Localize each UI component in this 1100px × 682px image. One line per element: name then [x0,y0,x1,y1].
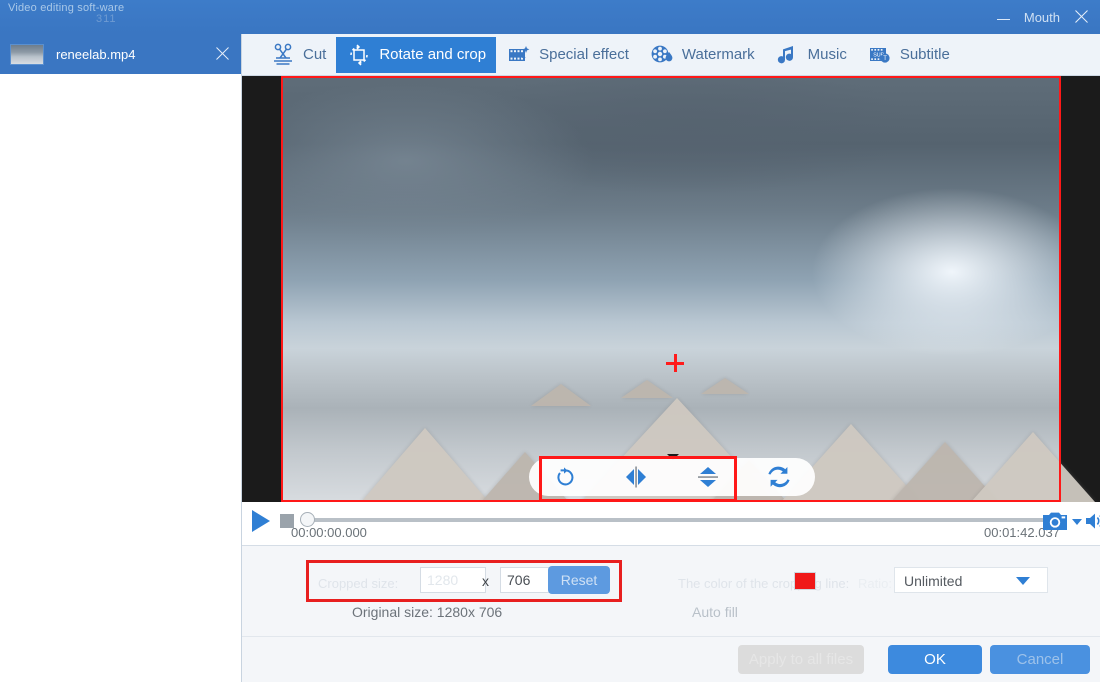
tab-label: Subtitle [900,46,950,63]
window-controls: Mouth [997,0,1090,34]
list-item[interactable]: reneelab.mp4 [0,34,241,74]
dialog-footer: Apply to all files OK Cancel [242,636,1100,682]
tab-label: Watermark [682,46,755,63]
film-reel-drop-icon [649,42,675,68]
tab-watermark[interactable]: Watermark [639,37,765,73]
remove-file-icon[interactable] [215,46,231,62]
scissors-icon [270,42,296,68]
crop-settings-row: Cropped size: 1280 x 706 Reset The color… [242,554,1100,598]
close-icon[interactable] [1074,9,1090,25]
crop-width-input[interactable]: 1280 [420,567,486,593]
tab-special-effect[interactable]: Special effect [496,37,639,73]
original-size-label: Original size: 1280x 706 [352,604,502,620]
chevron-down-icon[interactable] [1016,577,1030,585]
crop-settings-panel: Cropped size: 1280 x 706 Reset The color… [242,546,1100,636]
crop-rotate-icon [346,42,372,68]
ratio-label: Ratio: [858,576,892,591]
progress-slider[interactable] [306,518,1046,522]
title-bar: Video editing soft-ware 311 Mouth [0,0,1100,34]
playback-bar: 00:00:00.000 00:01:42.037 [242,502,1100,546]
rotate-toolbar [529,458,815,496]
tab-subtitle[interactable]: SUB T Subtitle [857,37,960,73]
refresh-cycle-icon[interactable] [759,462,799,492]
subtitle-icon: SUB T [867,42,893,68]
app-title-watermark: 311 [96,13,117,25]
volume-icon[interactable] [1084,510,1100,532]
tab-music[interactable]: Music [765,37,857,73]
play-icon[interactable] [252,510,270,532]
apply-to-all-button[interactable]: Apply to all files [738,645,864,674]
film-sparkle-icon [506,42,532,68]
size-info-row: Original size: 1280x 706 Auto fill [242,600,1100,630]
tab-label: Rotate and crop [379,46,486,63]
music-note-icon [775,42,801,68]
ok-button[interactable]: OK [888,645,982,674]
crop-height-value: 706 [507,572,530,588]
crop-height-input[interactable]: 706 [500,567,554,593]
cropping-line-color-label: The color of the cropping line: [678,576,849,591]
file-list-panel: reneelab.mp4 [0,34,242,682]
tab-rotate-and-crop[interactable]: Rotate and crop [336,37,496,73]
tab-label: Cut [303,46,326,63]
cancel-button[interactable]: Cancel [990,645,1090,674]
svg-text:T: T [883,56,887,62]
flip-vertical-icon[interactable] [688,462,728,492]
file-name: reneelab.mp4 [56,47,215,62]
current-time: 00:00:00.000 [291,525,367,540]
flip-horizontal-icon[interactable] [616,462,656,492]
camera-icon[interactable] [1040,508,1070,534]
reset-button[interactable]: Reset [548,566,610,594]
cropped-size-label: Cropped size: [318,576,398,591]
size-separator: x [482,573,489,589]
chevron-down-icon[interactable] [1072,519,1082,525]
tab-label: Special effect [539,46,629,63]
ratio-value: Unlimited [904,573,962,589]
toolbar-tabs: Cut Rotate and crop [242,34,1100,76]
video-editor-window: Video editing soft-ware 311 Mouth reneel… [0,0,1100,682]
video-thumbnail [10,44,44,65]
auto-fill-button[interactable]: Auto fill [692,604,738,620]
tab-label: Music [808,46,847,63]
rotate-clockwise-icon[interactable] [545,462,585,492]
video-preview[interactable] [242,76,1100,502]
crosshair-marker-icon [666,354,684,372]
overlay-label: Mouth [1024,10,1060,25]
cropping-line-color-swatch[interactable] [794,572,816,590]
minimize-icon[interactable] [997,10,1010,24]
crop-width-value: 1280 [427,572,458,588]
video-frame [281,76,1061,502]
tab-cut[interactable]: Cut [260,37,336,73]
